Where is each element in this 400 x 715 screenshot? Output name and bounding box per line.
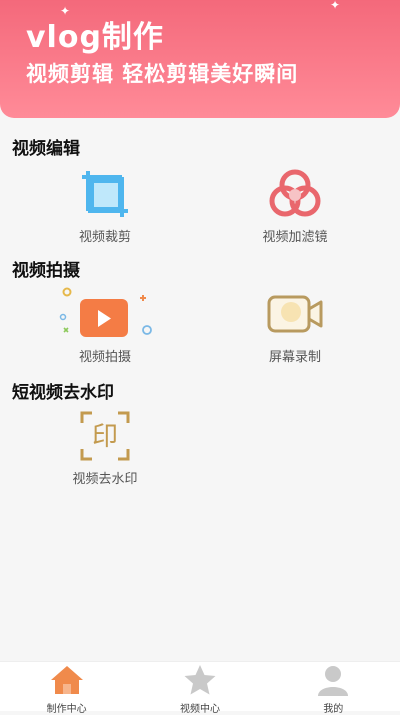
- remove-watermark-icon: 印: [80, 411, 130, 461]
- video-camera-play-icon: [59, 287, 152, 337]
- tool-video-crop[interactable]: 视频裁剪: [35, 164, 175, 245]
- user-icon: [318, 666, 349, 696]
- tool-remove-watermark[interactable]: 印 视频去水印: [35, 406, 175, 487]
- section-title-video-shoot: 视频拍摄: [12, 261, 80, 281]
- tab-video-center[interactable]: 视频中心: [140, 662, 260, 715]
- tool-screen-record[interactable]: 屏幕录制: [225, 284, 365, 365]
- banner-title: vlog制作: [26, 20, 164, 55]
- tab-label: 制作中心: [46, 704, 87, 715]
- tool-video-filter[interactable]: 视频加滤镜: [225, 164, 365, 245]
- tool-label: 视频拍摄: [78, 350, 131, 365]
- tool-video-shoot[interactable]: 视频拍摄: [35, 284, 175, 365]
- tool-label: 屏幕录制: [268, 350, 321, 365]
- tab-label: 我的: [323, 704, 344, 715]
- tool-label: 视频裁剪: [78, 230, 131, 245]
- star-icon: [184, 665, 216, 695]
- sparkle-icon: ✦: [330, 0, 341, 12]
- tab-create-center[interactable]: 制作中心: [7, 662, 127, 715]
- crop-icon: [82, 171, 128, 217]
- tool-label: 视频去水印: [72, 472, 138, 487]
- svg-text:印: 印: [92, 422, 118, 452]
- filter-icon: [269, 169, 321, 217]
- section-title-remove-watermark: 短视频去水印: [12, 383, 114, 403]
- bottom-tab-bar: 制作中心 视频中心 我的: [0, 661, 400, 715]
- screen-record-icon: [267, 295, 323, 333]
- tab-my[interactable]: 我的: [273, 662, 393, 715]
- banner-subtitle: 视频剪辑 轻松剪辑美好瞬间: [26, 62, 299, 86]
- section-title-video-edit: 视频编辑: [12, 139, 80, 159]
- tab-label: 视频中心: [179, 704, 220, 715]
- header-banner: ✦ ✦ vlog制作 视频剪辑 轻松剪辑美好瞬间: [0, 0, 400, 118]
- tool-label: 视频加滤镜: [262, 230, 328, 245]
- home-icon: [50, 666, 83, 694]
